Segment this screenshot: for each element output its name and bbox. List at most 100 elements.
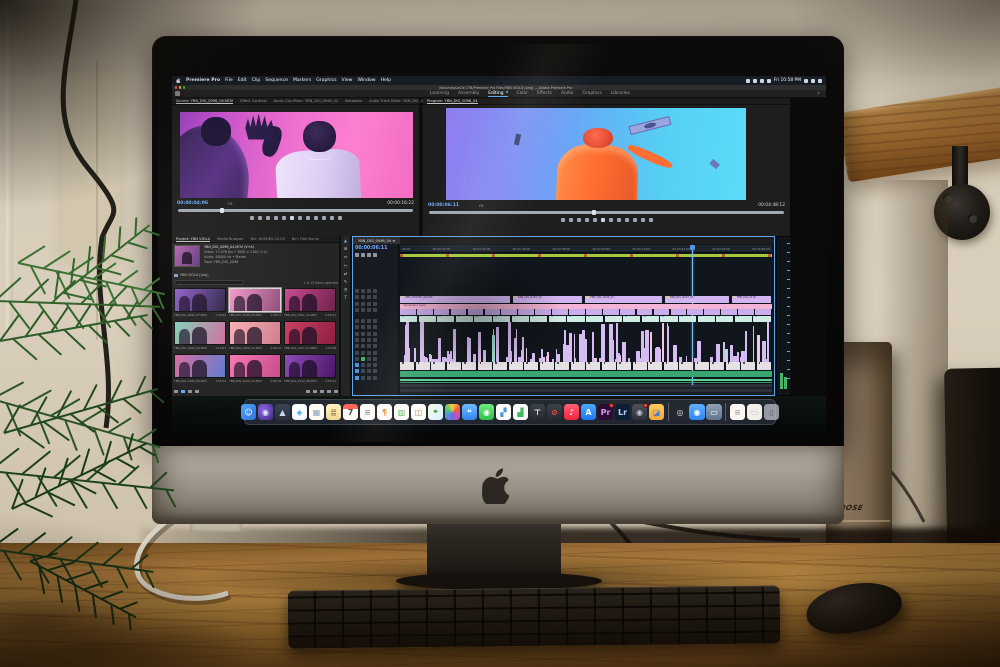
track-toggle[interactable] <box>355 301 359 306</box>
loop-icon[interactable] <box>313 216 318 220</box>
track-toggle[interactable] <box>373 356 377 361</box>
timeline-timecode[interactable]: 00:00:06:11 <box>353 244 398 251</box>
timeline-clip[interactable] <box>467 309 484 315</box>
wifi-icon[interactable] <box>759 78 764 83</box>
dock-icon-facetime[interactable]: ◉ <box>478 404 495 420</box>
timeline-clip[interactable] <box>679 362 694 370</box>
timeline-clip[interactable] <box>721 309 737 315</box>
timeline-clip[interactable] <box>415 362 430 370</box>
track-toggle[interactable] <box>361 319 365 323</box>
dock-icon-quicktime[interactable]: ◉ <box>631 403 649 420</box>
panel-tab[interactable]: Metadata <box>345 99 362 103</box>
clip-item[interactable]: YBN_DIG_0106_01.MOV 1:24:22 <box>229 321 281 350</box>
track-toggle[interactable] <box>361 307 365 312</box>
menu-item-window[interactable]: Window <box>357 78 375 83</box>
track-toggle[interactable] <box>361 331 365 336</box>
workspace-tab-learning[interactable]: Learning <box>430 91 449 97</box>
menu-item-help[interactable]: Help <box>381 78 391 83</box>
workspace-tab-editing[interactable]: Editing <box>488 91 508 97</box>
track-toggle[interactable] <box>355 337 359 342</box>
mark-in-icon[interactable] <box>568 218 573 222</box>
track-toggle[interactable] <box>355 289 359 293</box>
export-frame-icon[interactable] <box>337 216 342 220</box>
panel-tab[interactable]: Source: YBN_DIG_0098_04.MOV <box>176 99 234 104</box>
track-toggle[interactable] <box>367 356 371 361</box>
step-back-icon[interactable] <box>281 216 286 220</box>
dock-icon-restricted[interactable]: ⊘ <box>546 404 563 420</box>
timeline-ruler[interactable]: 00:00 00:00:32:00 00:01:04:00 00:01:36:00 00… <box>400 245 772 253</box>
timeline-clip[interactable] <box>632 362 647 370</box>
clip-thumbnail[interactable] <box>229 354 281 378</box>
dock-icon-calendar[interactable]: 7 <box>342 404 359 420</box>
timeline-clip[interactable] <box>756 362 771 370</box>
dock-icon-premiere-pro[interactable]: Pr <box>597 403 615 420</box>
list-view-icon[interactable] <box>174 389 178 394</box>
track-toggle[interactable] <box>361 363 365 368</box>
timeline-clip[interactable] <box>539 362 554 370</box>
clip-thumbnail[interactable] <box>284 354 336 378</box>
dock-icon-preview[interactable]: ▦ <box>308 404 325 420</box>
track-toggle[interactable] <box>373 289 377 293</box>
clip-thumbnail[interactable] <box>174 288 226 312</box>
track-toggle[interactable] <box>361 369 365 374</box>
track-toggle[interactable] <box>373 307 377 312</box>
menu-item-edit[interactable]: Edit <box>238 78 247 83</box>
dock-icon-siri[interactable]: ◉ <box>257 404 274 420</box>
timeline-clip[interactable] <box>725 362 740 370</box>
dock-icon-document[interactable]: ≡ <box>729 404 746 420</box>
timeline-clip[interactable]: YBN_DIG_0107_03 <box>664 296 729 303</box>
track-toggle[interactable] <box>373 337 377 342</box>
timeline-wrench-icon[interactable] <box>373 253 377 257</box>
track-toggle[interactable] <box>373 375 377 380</box>
timeline-clip[interactable] <box>687 309 704 315</box>
menubar-clock[interactable]: Fri 10:58 PM <box>774 78 801 83</box>
timeline-clip[interactable] <box>400 309 416 315</box>
workspace-tab-audio[interactable]: Audio <box>561 91 573 97</box>
menu-item-graphics[interactable]: Graphics <box>316 78 336 83</box>
add-marker-icon[interactable] <box>560 218 565 222</box>
timeline-clip[interactable] <box>450 309 467 315</box>
menu-item-sequence[interactable]: Sequence <box>265 78 288 83</box>
dock-icon-screen-share[interactable]: ▭ <box>706 404 722 420</box>
track-toggle[interactable] <box>355 325 359 330</box>
linked-selection-icon[interactable] <box>361 253 365 257</box>
ripple-edit-tool-icon[interactable]: ⇔ <box>344 255 348 259</box>
dock-icon-numbers-chart[interactable]: ▟ <box>512 404 529 420</box>
track-toggle[interactable] <box>373 295 377 300</box>
timeline-clip[interactable] <box>648 362 663 370</box>
mark-out-icon[interactable] <box>265 216 270 220</box>
timeline-clip[interactable] <box>755 309 771 315</box>
track-toggle[interactable] <box>373 325 377 330</box>
razor-tool-icon[interactable]: ✂ <box>344 263 348 268</box>
add-marker-icon[interactable] <box>249 216 254 220</box>
dock-icon-notes[interactable]: ≣ <box>325 404 342 420</box>
track-toggle[interactable] <box>355 369 359 374</box>
apple-menu-icon[interactable] <box>176 78 181 83</box>
track-toggle[interactable] <box>373 363 377 368</box>
timeline-clip[interactable] <box>619 309 636 315</box>
program-tab[interactable]: Program: YBN_DIG_0098_04 <box>427 99 478 104</box>
go-to-out-icon[interactable] <box>305 216 310 220</box>
clip-item[interactable]: YBN_DIG_0092_07.MOV 1:30:09 <box>174 288 226 317</box>
timeline-clip[interactable] <box>586 362 601 370</box>
timeline-clip[interactable]: YBN_MASTER_GRADE <box>400 296 511 303</box>
track-toggle[interactable] <box>355 307 359 312</box>
go-to-in-icon[interactable] <box>273 216 278 220</box>
zoom-slider[interactable] <box>195 389 199 394</box>
play-icon[interactable] <box>600 218 605 222</box>
clip-thumbnail[interactable] <box>174 321 226 345</box>
clip-thumbnail[interactable] <box>284 288 336 312</box>
track-toggle[interactable] <box>367 307 371 312</box>
breadcrumb[interactable]: YBN VIOLA [proj] <box>174 272 338 278</box>
workspace-tab-color[interactable]: Color <box>517 91 528 97</box>
dock-icon-app-store[interactable]: A <box>580 404 597 420</box>
track-toggle[interactable] <box>361 356 365 361</box>
sequence-tab[interactable]: YBN_DIG_0098_04 ≡ <box>353 237 401 244</box>
hand-tool-icon[interactable]: ◔ <box>344 288 348 292</box>
slip-tool-icon[interactable]: ⇄ <box>344 271 348 276</box>
dock-icon-podium-lamp[interactable]: ⊤ <box>529 404 546 420</box>
track-toggle[interactable] <box>361 325 365 330</box>
bluetooth-icon[interactable] <box>745 78 750 83</box>
go-to-in-icon[interactable] <box>584 218 589 222</box>
timeline-clip[interactable] <box>738 309 754 315</box>
